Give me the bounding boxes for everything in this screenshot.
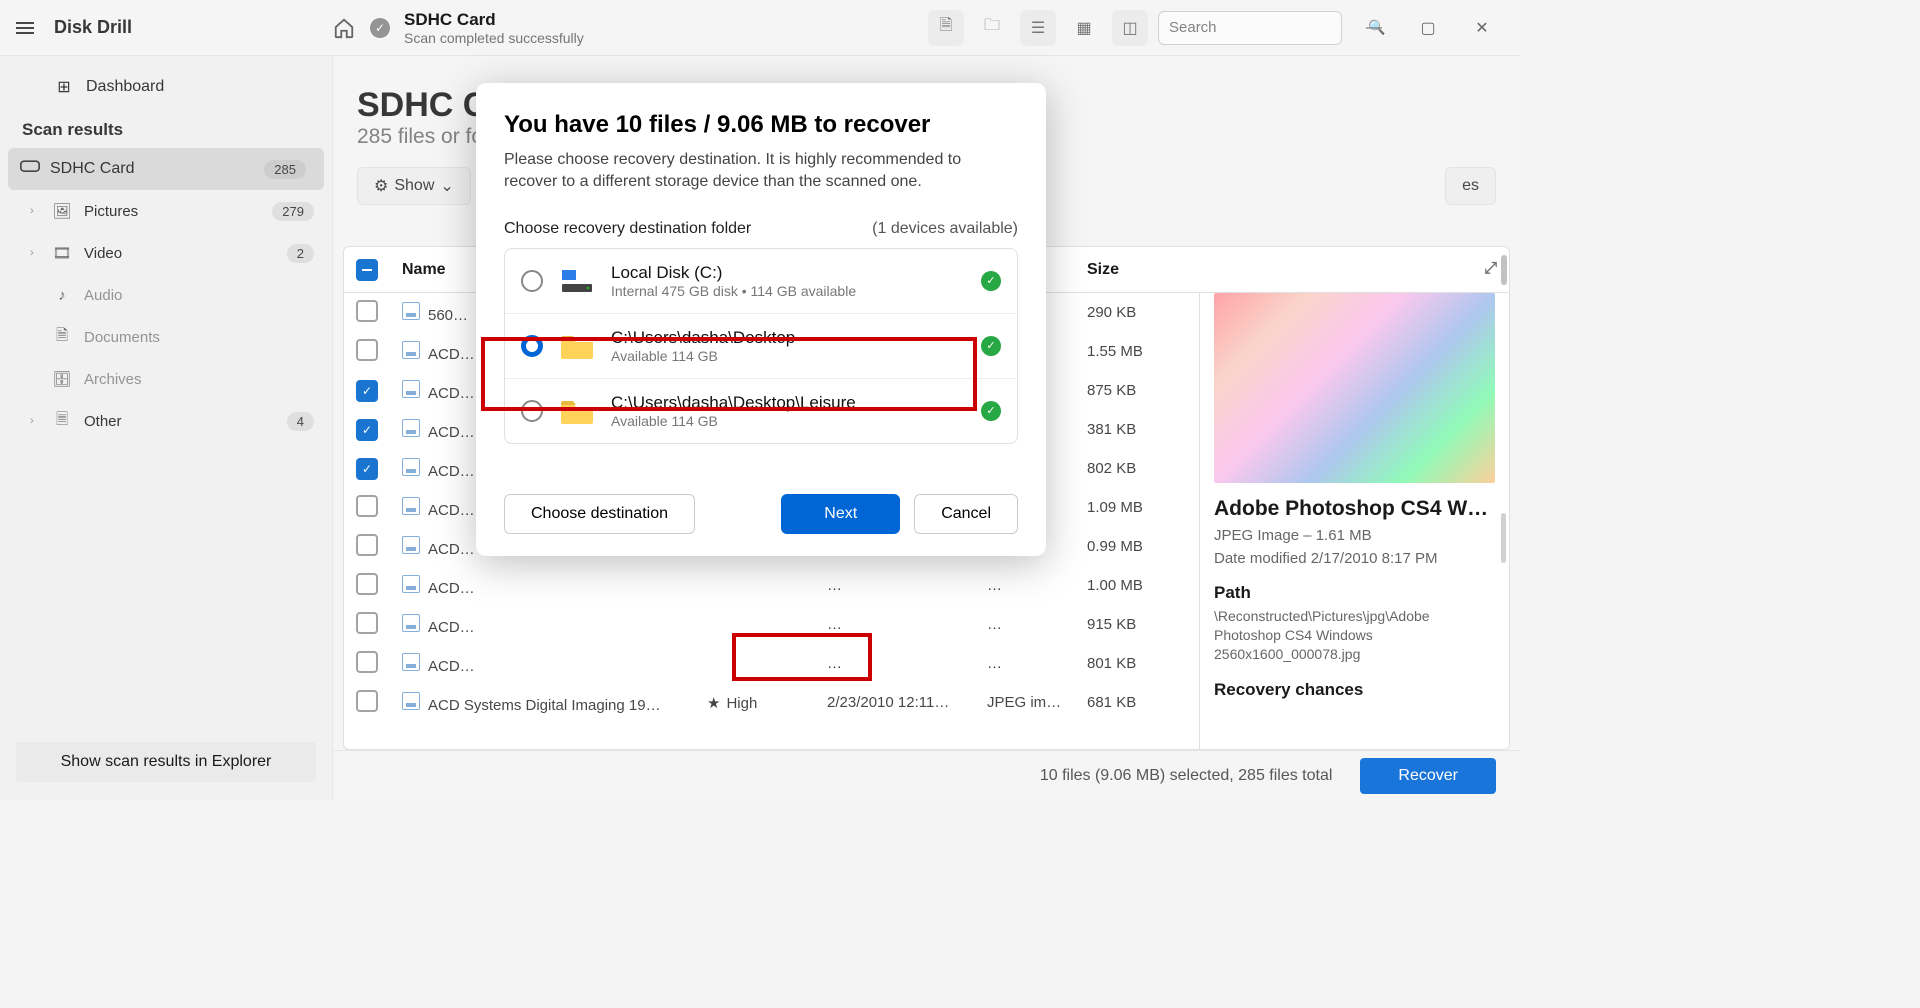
destination-list: Local Disk (C:)Internal 475 GB disk • 11… <box>504 248 1018 444</box>
folder-icon <box>559 332 595 360</box>
radio-selected[interactable] <box>521 335 543 357</box>
devices-hint: (1 devices available) <box>872 220 1018 238</box>
ok-check-icon: ✓ <box>981 401 1001 421</box>
recovery-destination-modal: You have 10 files / 9.06 MB to recover P… <box>476 83 1046 556</box>
drive-icon <box>559 267 595 295</box>
destination-desktop[interactable]: C:\Users\dasha\DesktopAvailable 114 GB ✓ <box>505 313 1017 378</box>
destination-leisure[interactable]: C:\Users\dasha\Desktop\LeisureAvailable … <box>505 378 1017 443</box>
folder-icon <box>559 397 595 425</box>
modal-description: Please choose recovery destination. It i… <box>504 149 1018 194</box>
ok-check-icon: ✓ <box>981 271 1001 291</box>
destination-label: Choose recovery destination folder <box>504 220 751 238</box>
next-button[interactable]: Next <box>781 494 900 534</box>
radio-unselected[interactable] <box>521 400 543 422</box>
choose-destination-button[interactable]: Choose destination <box>504 494 695 534</box>
destination-local-disk[interactable]: Local Disk (C:)Internal 475 GB disk • 11… <box>505 249 1017 313</box>
modal-title: You have 10 files / 9.06 MB to recover <box>504 111 1018 139</box>
ok-check-icon: ✓ <box>981 336 1001 356</box>
cancel-button[interactable]: Cancel <box>914 494 1018 534</box>
radio-unselected[interactable] <box>521 270 543 292</box>
